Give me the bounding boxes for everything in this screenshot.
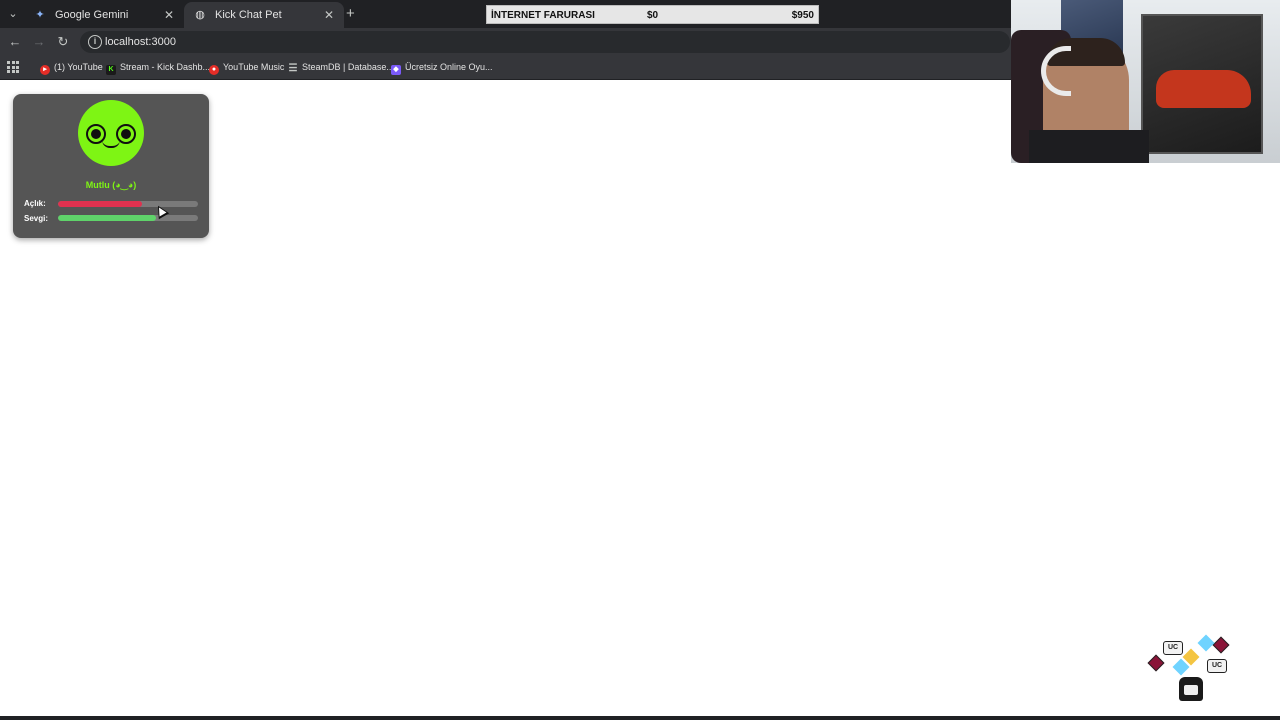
reload-icon[interactable]: ↻ [55,34,71,50]
steamdb-icon: ☰ [288,63,298,74]
goal-title: İNTERNET FARURASI [491,10,595,21]
pet-mood-text: Mutlu (◕‿◕) [85,180,137,190]
game-icon: ◆ [391,65,401,75]
pet-face-icon[interactable] [78,100,144,166]
forward-arrow-icon[interactable]: → [31,34,47,50]
red-car [1156,70,1251,108]
love-bar-fill [58,215,156,221]
tab-label: Kick Chat Pet [215,9,282,21]
heart-icon [1212,636,1230,654]
close-icon[interactable]: ✕ [164,8,174,22]
donation-goal-bar: İNTERNET FARURASI $0 $950 [486,5,819,24]
bookmark-label: YouTube Music [223,62,285,72]
stream-rewards-overlay: UC UC [1145,633,1235,708]
uc-badge-icon: UC [1207,659,1227,673]
tab-search-chevron-icon[interactable]: ⌄ [6,7,20,21]
bookmark-online-games[interactable]: ◆ Ücretsiz Online Oyu... [391,62,493,75]
pet-card: Mutlu (◕‿◕) Açlık: Sevgi: [13,94,209,238]
pet-mouth [102,140,120,148]
love-label: Sevgi: [24,214,49,223]
globe-icon: ◍ [195,9,205,21]
kick-icon: K [106,65,116,75]
tab-label: Google Gemini [55,9,129,21]
tab-google-gemini[interactable]: ✦ Google Gemini ✕ [24,2,184,28]
close-icon[interactable]: ✕ [324,8,334,22]
url-text[interactable]: localhost:3000 [105,36,176,48]
youtube-music-icon: ● [209,65,219,75]
hunger-bar [58,201,198,207]
bookmark-label: SteamDB | Database... [302,62,394,72]
tab-kick-chat-pet[interactable]: ◍ Kick Chat Pet ✕ [184,2,344,28]
bookmark-kick-dashboard[interactable]: K Stream - Kick Dashb... [106,62,210,75]
bookmark-steamdb[interactable]: ☰ SteamDB | Database... [288,62,394,74]
telephone-icon [1179,677,1203,701]
goal-current: $0 [647,10,659,21]
heart-icon [1147,654,1165,672]
hunger-bar-fill [58,201,142,207]
love-bar [58,215,198,221]
webcam-feed [1011,0,1280,163]
bookmark-youtube-music[interactable]: ● YouTube Music [209,62,284,75]
diamond-icon [1197,634,1215,652]
bookmark-label: (1) YouTube [54,62,103,72]
new-tab-plus-icon[interactable]: + [346,5,355,22]
hunger-label: Açlık: [24,199,46,208]
goal-target: $950 [791,10,814,21]
uc-badge-icon: UC [1163,641,1183,655]
youtube-icon: ▸ [40,65,50,75]
gemini-icon: ✦ [35,9,45,21]
bookmark-label: Ücretsiz Online Oyu... [405,62,493,72]
bookmark-label: Stream - Kick Dashb... [120,62,211,72]
taskbar-edge [0,716,1280,720]
bookmark-youtube[interactable]: ▸ (1) YouTube [40,62,103,75]
back-arrow-icon[interactable]: ← [7,34,23,50]
apps-grid-icon[interactable] [7,61,19,73]
address-bar[interactable]: i localhost:3000 [80,31,1010,53]
site-info-icon[interactable]: i [88,35,102,49]
